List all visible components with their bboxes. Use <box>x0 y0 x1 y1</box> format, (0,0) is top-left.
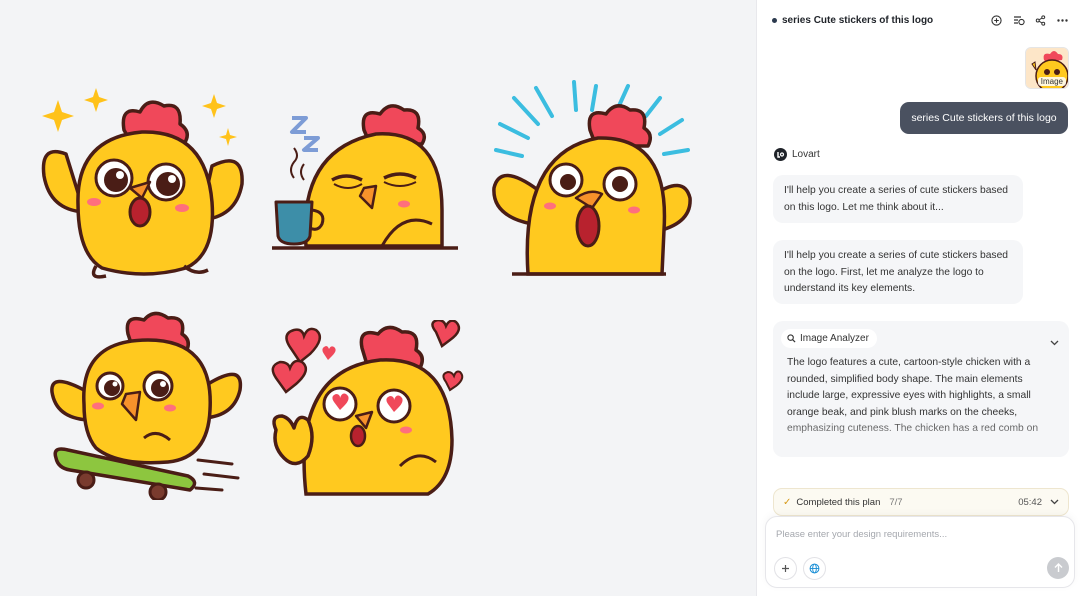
sticker-shocked-chick[interactable] <box>492 80 692 278</box>
add-attachment-button[interactable] <box>774 557 797 580</box>
tool-result-card: Image Analyzer The logo features a cute,… <box>773 321 1069 457</box>
agent-identity: Lovart <box>774 148 820 161</box>
plan-label: Completed this plan <box>796 496 881 508</box>
share-icon[interactable] <box>1034 14 1047 27</box>
sticker-sleepy-chick[interactable] <box>272 100 460 254</box>
header-actions <box>990 14 1069 27</box>
panel-header: series Cute stickers of this logo <box>757 0 1080 40</box>
plan-count: 7/7 <box>889 496 903 508</box>
more-icon[interactable] <box>1056 14 1069 27</box>
attached-image-thumbnail[interactable]: Image <box>1025 47 1069 89</box>
sticker-excited-chick[interactable] <box>36 84 250 280</box>
plan-status-bar[interactable]: ✓ Completed this plan 7/7 05:42 <box>773 488 1069 516</box>
agent-name: Lovart <box>792 149 820 160</box>
user-message: series Cute stickers of this logo <box>900 102 1068 134</box>
assistant-message: I'll help you create a series of cute st… <box>773 175 1023 223</box>
chevron-down-icon[interactable] <box>1050 497 1059 508</box>
globe-icon[interactable] <box>803 557 826 580</box>
message-composer <box>765 516 1075 588</box>
sticker-skater-chick[interactable] <box>48 310 244 500</box>
tool-chip: Image Analyzer <box>781 329 877 348</box>
design-canvas[interactable] <box>0 0 756 596</box>
fade-overlay <box>773 417 1069 457</box>
history-icon[interactable] <box>1012 14 1025 27</box>
lovart-logo-icon <box>774 148 787 161</box>
sticker-love-chick[interactable] <box>268 320 464 498</box>
magnifier-sparkle-icon <box>787 330 796 348</box>
conversation-title: series Cute stickers of this logo <box>782 14 934 26</box>
send-button[interactable] <box>1047 557 1069 579</box>
tool-name: Image Analyzer <box>800 333 869 344</box>
status-dot <box>772 17 777 23</box>
assistant-message: I'll help you create a series of cute st… <box>773 240 1023 304</box>
chevron-down-icon[interactable] <box>1050 333 1059 351</box>
add-circle-icon[interactable] <box>990 14 1003 27</box>
chat-panel: series Cute stickers of this logo Image … <box>756 0 1080 596</box>
plan-time: 05:42 <box>1018 496 1042 508</box>
check-icon: ✓ <box>783 496 792 508</box>
image-label: Image <box>1037 77 1066 86</box>
design-requirements-input[interactable] <box>776 529 1056 540</box>
